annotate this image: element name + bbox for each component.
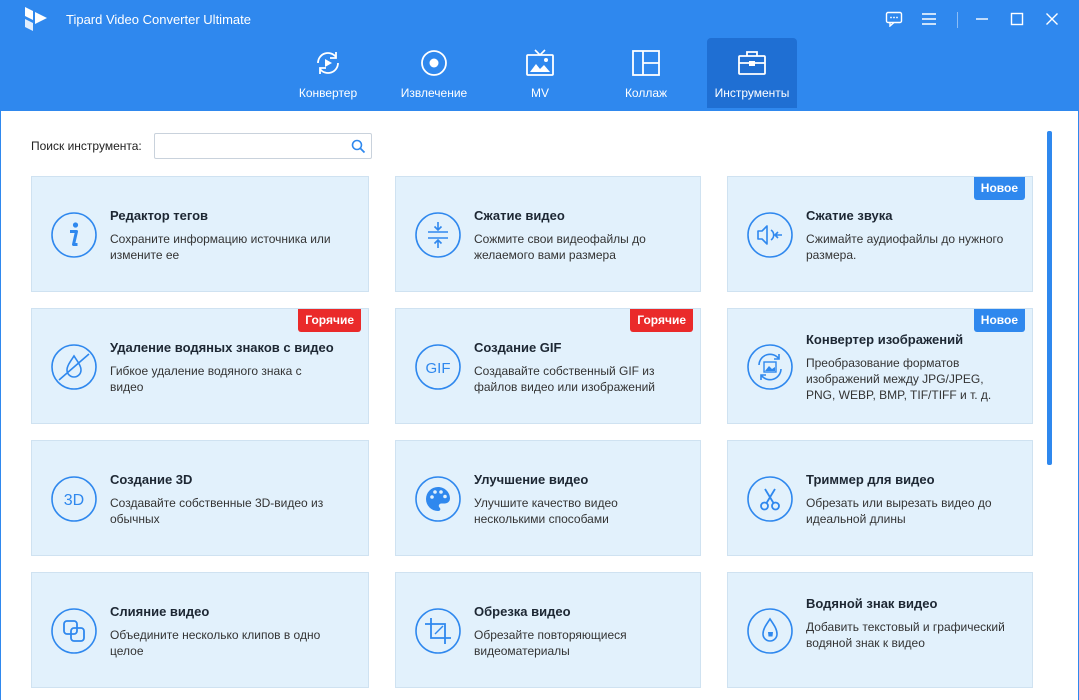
tool-title: Сжатие звука (806, 208, 893, 223)
tab-ripper[interactable]: Извлечение (389, 38, 479, 108)
tool-description: Добавить текстовый и графический водяной… (806, 620, 1005, 650)
hot-badge: Горячие (630, 309, 693, 332)
tool-card-video-enhancer[interactable]: Улучшение видео Улучшите качество видео … (395, 440, 701, 556)
tool-card-image-converter[interactable]: Конвертер изображений Преобразование фор… (727, 308, 1033, 424)
tool-description: Сжимайте аудиофайлы до нужного размера. (806, 232, 1004, 262)
tool-title: Сжатие видео (474, 208, 565, 223)
watermark-icon (747, 608, 793, 654)
tool-description: Гибкое удаление водяного знака с видео (110, 364, 302, 394)
tool-card-video-compressor[interactable]: Сжатие видео Сожмите свои видеофайлы до … (395, 176, 701, 292)
search-label: Поиск инструмента: (31, 139, 142, 153)
close-icon (1046, 13, 1058, 25)
tool-title: Слияние видео (110, 604, 210, 619)
scissors-icon (747, 476, 793, 522)
tool-description: Сожмите свои видеофайлы до желаемого вам… (474, 232, 646, 262)
tool-description: Объедините несколько клипов в одно целое (110, 628, 321, 658)
menu-button[interactable] (917, 8, 941, 30)
tool-title: Водяной знак видео (806, 596, 938, 611)
watermark-remove-icon (51, 344, 97, 390)
minimize-button[interactable] (970, 8, 994, 30)
info-icon (51, 212, 97, 258)
app-logo-icon (25, 7, 47, 31)
hamburger-menu-icon (922, 13, 936, 25)
toolbox-icon (738, 51, 766, 75)
svg-text:GIF: GIF (426, 360, 451, 377)
crop-icon (415, 608, 461, 654)
search-input[interactable] (159, 137, 345, 155)
tool-title: Улучшение видео (474, 472, 589, 487)
gif-icon: GIF (415, 344, 461, 390)
convert-icon (317, 52, 339, 74)
tab-converter[interactable]: Конвертер (283, 38, 373, 108)
search-box (154, 133, 372, 159)
tab-mv[interactable]: MV (495, 38, 585, 108)
minimize-icon (976, 18, 988, 20)
hot-badge: Горячие (298, 309, 361, 332)
tool-card-video-watermark[interactable]: Водяной знак видео Добавить текстовый и … (727, 572, 1033, 688)
tool-description: Обрезайте повторяющиеся видеоматериалы (474, 628, 627, 658)
tool-title: Создание 3D (110, 472, 193, 487)
image-convert-icon (747, 344, 793, 390)
tool-title: Обрезка видео (474, 604, 571, 619)
tab-collage[interactable]: Коллаж (601, 38, 691, 108)
collage-icon (632, 50, 660, 76)
maximize-icon (1010, 12, 1024, 26)
tool-card-tag-editor[interactable]: Редактор тегов Сохраните информацию исто… (31, 176, 369, 292)
app-header: Tipard Video Converter Ultimate Конверте… (0, 0, 1079, 111)
tool-card-watermark-remover[interactable]: Удаление водяных знаков с видео Гибкое у… (31, 308, 369, 424)
tool-card-gif-maker[interactable]: GIF Создание GIF Создавайте собственный … (395, 308, 701, 424)
tool-description: Создавайте собственные 3D-видео из обычн… (110, 496, 324, 526)
tool-card-video-merger[interactable]: Слияние видео Объедините несколько клипо… (31, 572, 369, 688)
tool-title: Конвертер изображений (806, 332, 964, 347)
search-icon[interactable] (351, 139, 366, 154)
tab-toolbox[interactable]: Инструменты (707, 38, 797, 108)
new-badge: Новое (973, 177, 1025, 200)
close-button[interactable] (1040, 8, 1064, 30)
compress-icon (415, 212, 461, 258)
tool-title: Удаление водяных знаков с видео (110, 340, 334, 355)
window-title: Tipard Video Converter Ultimate (66, 12, 251, 27)
tool-title: Триммер для видео (806, 472, 935, 487)
mv-icon (526, 49, 554, 76)
vertical-scrollbar-thumb[interactable] (1047, 131, 1052, 465)
tab-label: Коллаж (624, 86, 668, 100)
tool-title: Создание GIF (474, 340, 562, 355)
tool-description: Улучшите качество видео несколькими спос… (474, 496, 618, 526)
maximize-button[interactable] (1005, 8, 1029, 30)
svg-text:3D: 3D (64, 492, 84, 509)
tool-description: Преобразование форматов изображений межд… (806, 356, 992, 402)
tool-description: Обрезать или вырезать видео до идеальной… (806, 496, 992, 526)
tool-title: Редактор тегов (110, 208, 209, 223)
tab-label: Инструменты (714, 86, 790, 100)
tool-card-video-cropper[interactable]: Обрезка видео Обрезайте повторяющиеся ви… (395, 572, 701, 688)
merge-icon (51, 608, 97, 654)
3d-icon: 3D (51, 476, 97, 522)
tab-label: MV (531, 86, 549, 100)
feedback-button[interactable] (882, 8, 906, 30)
tab-label: Конвертер (298, 86, 358, 100)
palette-icon (415, 476, 461, 522)
tool-description: Сохраните информацию источника или измен… (110, 232, 331, 262)
tool-card-audio-compressor[interactable]: Сжатие звука Сжимайте аудиофайлы до нужн… (727, 176, 1033, 292)
title-bar-divider (957, 12, 958, 28)
tool-card-3d-maker[interactable]: 3D Создание 3D Создавайте собственные 3D… (31, 440, 369, 556)
tool-description: Создавайте собственный GIF из файлов вид… (474, 364, 655, 394)
ripper-icon (421, 50, 447, 76)
tool-card-video-trimmer[interactable]: Триммер для видео Обрезать или вырезать … (727, 440, 1033, 556)
tab-label: Извлечение (400, 86, 468, 100)
audio-compress-icon (747, 212, 793, 258)
new-badge: Новое (973, 309, 1025, 332)
chat-icon (885, 11, 903, 27)
